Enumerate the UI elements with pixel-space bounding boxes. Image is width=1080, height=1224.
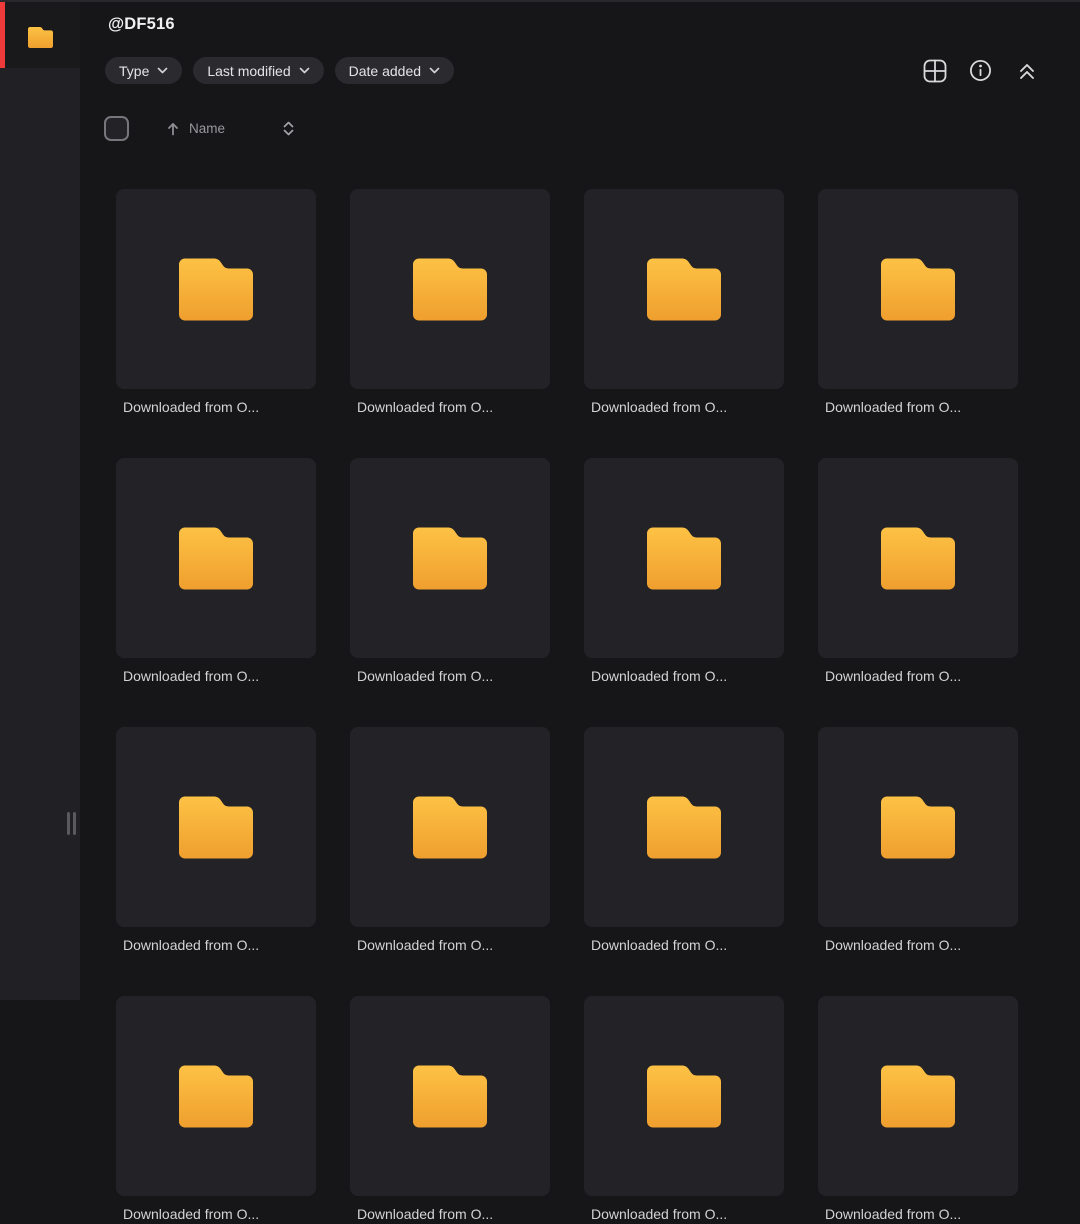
folder-card[interactable]: Downloaded from O...: [584, 458, 784, 686]
filter-date-added-label: Date added: [348, 62, 422, 79]
sidebar-resize-handle[interactable]: [67, 812, 76, 835]
folder-card-label: Downloaded from O...: [357, 668, 494, 684]
sidebar: [0, 0, 80, 1000]
chevron-down-icon: [299, 67, 309, 74]
folder-icon: [881, 796, 955, 858]
file-grid: Downloaded from O... Downloaded from O...…: [116, 189, 1026, 1224]
collapse-up-icon: [1019, 63, 1034, 79]
folder-card[interactable]: Downloaded from O...: [350, 727, 550, 955]
folder-icon: [881, 1065, 955, 1127]
info-icon: [969, 59, 992, 82]
list-header: Name: [104, 115, 295, 141]
arrow-up-icon: [168, 122, 178, 135]
folder-card-tile[interactable]: [116, 458, 316, 658]
grid-view-button[interactable]: [921, 57, 948, 84]
active-indicator: [0, 2, 5, 68]
folder-icon: [647, 796, 721, 858]
filter-date-added-button[interactable]: Date added: [334, 57, 455, 84]
folder-card-label: Downloaded from O...: [123, 1206, 260, 1222]
folder-icon: [413, 258, 487, 320]
folder-icon: [647, 258, 721, 320]
folder-card-tile[interactable]: [584, 458, 784, 658]
folder-card[interactable]: Downloaded from O...: [584, 189, 784, 417]
filter-type-label: Type: [119, 62, 150, 79]
folder-icon: [881, 527, 955, 589]
folder-card-label: Downloaded from O...: [591, 668, 728, 684]
folder-icon: [647, 527, 721, 589]
folder-icon: [881, 258, 955, 320]
folder-icon: [179, 796, 253, 858]
filter-bar: Type Last modified Date added: [105, 57, 455, 84]
folder-icon: [179, 527, 253, 589]
folder-card[interactable]: Downloaded from O...: [116, 189, 316, 417]
folder-card[interactable]: Downloaded from O...: [818, 458, 1018, 686]
folder-card[interactable]: Downloaded from O...: [818, 727, 1018, 955]
folder-icon: [413, 796, 487, 858]
folder-card-tile[interactable]: [116, 996, 316, 1196]
folder-card-label: Downloaded from O...: [825, 1206, 962, 1222]
folder-card[interactable]: Downloaded from O...: [116, 727, 316, 955]
filter-type-button[interactable]: Type: [105, 57, 183, 84]
folder-card-tile[interactable]: [350, 189, 550, 389]
window-top-highlight: [0, 0, 1080, 2]
folder-card[interactable]: Downloaded from O...: [818, 996, 1018, 1224]
main-panel: @DF516 Type Last modified Date added Nam…: [80, 0, 1080, 1222]
folder-card-label: Downloaded from O...: [123, 668, 260, 684]
folder-card[interactable]: Downloaded from O...: [116, 996, 316, 1224]
collapse-button[interactable]: [1013, 57, 1040, 84]
chevron-down-icon: [158, 67, 168, 74]
page-title: @DF516: [108, 15, 175, 33]
filter-last-modified-button[interactable]: Last modified: [193, 57, 324, 84]
folder-card-tile[interactable]: [350, 996, 550, 1196]
folder-card-label: Downloaded from O...: [825, 399, 962, 415]
folder-card-label: Downloaded from O...: [123, 937, 260, 953]
folder-card-label: Downloaded from O...: [825, 668, 962, 684]
folder-card-tile[interactable]: [818, 458, 1018, 658]
folder-card-label: Downloaded from O...: [591, 937, 728, 953]
chevron-down-icon: [429, 67, 440, 74]
chevron-up-down-icon: [283, 121, 294, 135]
folder-card-label: Downloaded from O...: [591, 1206, 728, 1222]
folder-card[interactable]: Downloaded from O...: [818, 189, 1018, 417]
info-button[interactable]: [967, 57, 994, 84]
folder-card-tile[interactable]: [350, 727, 550, 927]
select-all-checkbox[interactable]: [104, 115, 129, 141]
folder-card[interactable]: Downloaded from O...: [350, 996, 550, 1224]
folder-card-tile[interactable]: [818, 996, 1018, 1196]
folder-card[interactable]: Downloaded from O...: [116, 458, 316, 686]
filter-last-modified-label: Last modified: [207, 62, 291, 79]
folder-card-tile[interactable]: [116, 189, 316, 389]
sort-field-label: Name: [189, 120, 226, 136]
sidebar-item-folders[interactable]: [0, 2, 80, 68]
grid-view-icon: [923, 59, 946, 82]
folder-card-tile[interactable]: [818, 189, 1018, 389]
folder-icon: [647, 1065, 721, 1127]
folder-icon: [413, 1065, 487, 1127]
folder-card-label: Downloaded from O...: [825, 937, 962, 953]
folder-card-label: Downloaded from O...: [357, 1206, 494, 1222]
folder-icon: [413, 527, 487, 589]
folder-card-label: Downloaded from O...: [123, 399, 260, 415]
folder-card-label: Downloaded from O...: [357, 937, 494, 953]
folder-card[interactable]: Downloaded from O...: [584, 727, 784, 955]
sort-direction-toggle[interactable]: [282, 120, 295, 137]
folder-card-tile[interactable]: [350, 458, 550, 658]
folder-icon: [179, 258, 253, 320]
sort-by-name-control[interactable]: Name: [166, 121, 225, 136]
folder-card-tile[interactable]: [818, 727, 1018, 927]
folder-card-tile[interactable]: [584, 727, 784, 927]
folder-card-tile[interactable]: [584, 189, 784, 389]
view-actions: [921, 57, 1040, 84]
folder-card-label: Downloaded from O...: [591, 399, 728, 415]
folder-card[interactable]: Downloaded from O...: [584, 996, 784, 1224]
folder-card-tile[interactable]: [584, 996, 784, 1196]
folder-card[interactable]: Downloaded from O...: [350, 458, 550, 686]
folder-card-label: Downloaded from O...: [357, 399, 494, 415]
folder-card[interactable]: Downloaded from O...: [350, 189, 550, 417]
folder-card-tile[interactable]: [116, 727, 316, 927]
folder-icon: [28, 27, 53, 48]
folder-icon: [179, 1065, 253, 1127]
